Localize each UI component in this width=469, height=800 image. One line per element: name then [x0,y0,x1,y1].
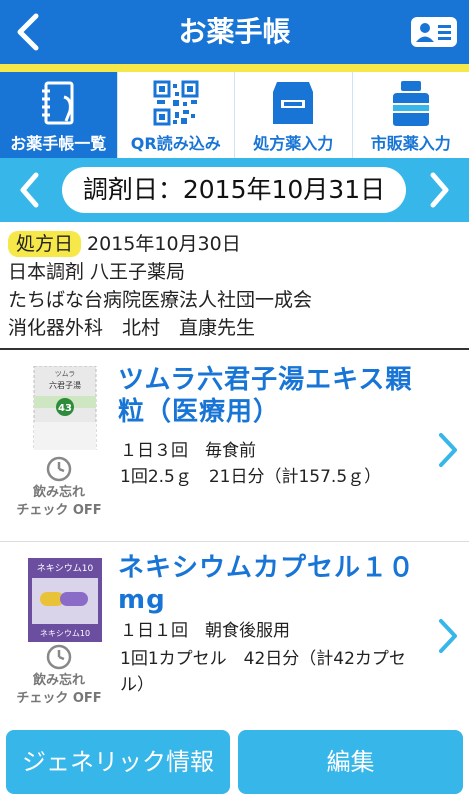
prescription-date: 2015年10月30日 [87,233,241,255]
missed-dose-reminder-toggle[interactable]: 飲み忘れ チェック OFF [0,456,118,520]
medicine-name: ツムラ六君子湯エキス顆粒（医療用） [118,365,413,427]
tab-qr-scan[interactable]: QR読み込み [118,72,235,158]
medicine-package-image: ネキシウム10 ネキシウム10 [28,558,102,642]
medicine-name: ネキシウムカプセル１０mg [118,553,416,615]
svg-text:六君子湯: 六君子湯 [49,380,81,390]
medicine-packet-image: ツムラ 六君子湯 43 [33,366,97,450]
tab-label: 処方薬入力 [253,134,334,153]
tab-label: 市販薬入力 [370,134,451,153]
page-title: お薬手帳 [178,15,291,48]
pharmacy-name: 日本調剤 八王子薬局 [8,261,186,283]
profile-card-button[interactable] [411,17,457,47]
app-header: お薬手帳 [0,0,469,64]
dosage-amount: 1回1カプセル 42日分（計42カプセル） [120,649,406,695]
svg-text:ネキシウム10: ネキシウム10 [37,563,94,574]
clock-icon [46,644,72,670]
dosage-frequency: １日３回 毎食前 [120,441,256,461]
tab-bar: お薬手帳一覧 QR読み込み 処方薬入力 市販薬入力 [0,72,469,158]
hospital-name: たちばな台病院医療法人社団一成会 [8,289,313,311]
dosage-frequency: １日１回 朝食後服用 [120,621,290,641]
date-navigator: 調剤日：2015年10月31日 [0,158,469,222]
medicine-bottle-icon [383,78,439,128]
tab-prescription-input[interactable]: 処方薬入力 [235,72,353,158]
prescription-info: 処方日 2015年10月30日 日本調剤 八王子薬局 たちばな台病院医療法人社団一… [0,222,469,350]
reminder-status: チェック OFF [16,503,102,518]
clock-icon [46,456,72,482]
dosage-amount: 1回2.5ｇ 21日分（計157.5ｇ） [120,467,382,487]
chevron-right-icon [430,172,449,208]
chevron-left-icon [20,172,39,208]
svg-text:ツムラ: ツムラ [55,370,76,378]
previous-date-button[interactable] [6,166,52,214]
next-date-button[interactable] [417,166,463,214]
chevron-right-icon [439,433,457,467]
prescription-bag-icon [265,78,321,128]
tab-notebook-list[interactable]: お薬手帳一覧 [0,72,118,158]
reminder-label: 飲み忘れ [32,485,85,500]
prescription-date-row: 処方日 2015年10月30日 [8,230,461,258]
chevron-right-icon [439,619,457,653]
qr-code-icon [148,78,204,128]
tab-label: お薬手帳一覧 [10,134,107,153]
prescription-date-badge: 処方日 [8,231,82,257]
svg-text:43: 43 [58,403,72,414]
tab-otc-input[interactable]: 市販薬入力 [353,72,469,158]
doctor-name: 消化器外科 北村 直康先生 [8,317,256,339]
missed-dose-reminder-toggle[interactable]: 飲み忘れ チェック OFF [0,644,118,708]
edit-button[interactable]: 編集 [238,730,463,794]
reminder-status: チェック OFF [16,691,102,706]
tab-label: QR読み込み [130,134,221,153]
generic-info-button[interactable]: ジェネリック情報 [6,730,230,794]
svg-text:ネキシウム10: ネキシウム10 [40,629,90,638]
notebook-icon [30,78,86,128]
medicine-item[interactable]: ネキシウム10 ネキシウム10 飲み忘れ チェック OFF ネキシウムカプセル１… [0,544,469,724]
reminder-label: 飲み忘れ [32,673,85,688]
header-accent-strip [0,64,469,72]
id-card-icon [416,23,451,42]
dispensing-date-label: 調剤日：2015年10月31日 [62,167,406,213]
medicine-item[interactable]: ツムラ 六君子湯 43 飲み忘れ チェック OFF ツムラ六君子湯エキス顆粒（医… [0,352,469,542]
